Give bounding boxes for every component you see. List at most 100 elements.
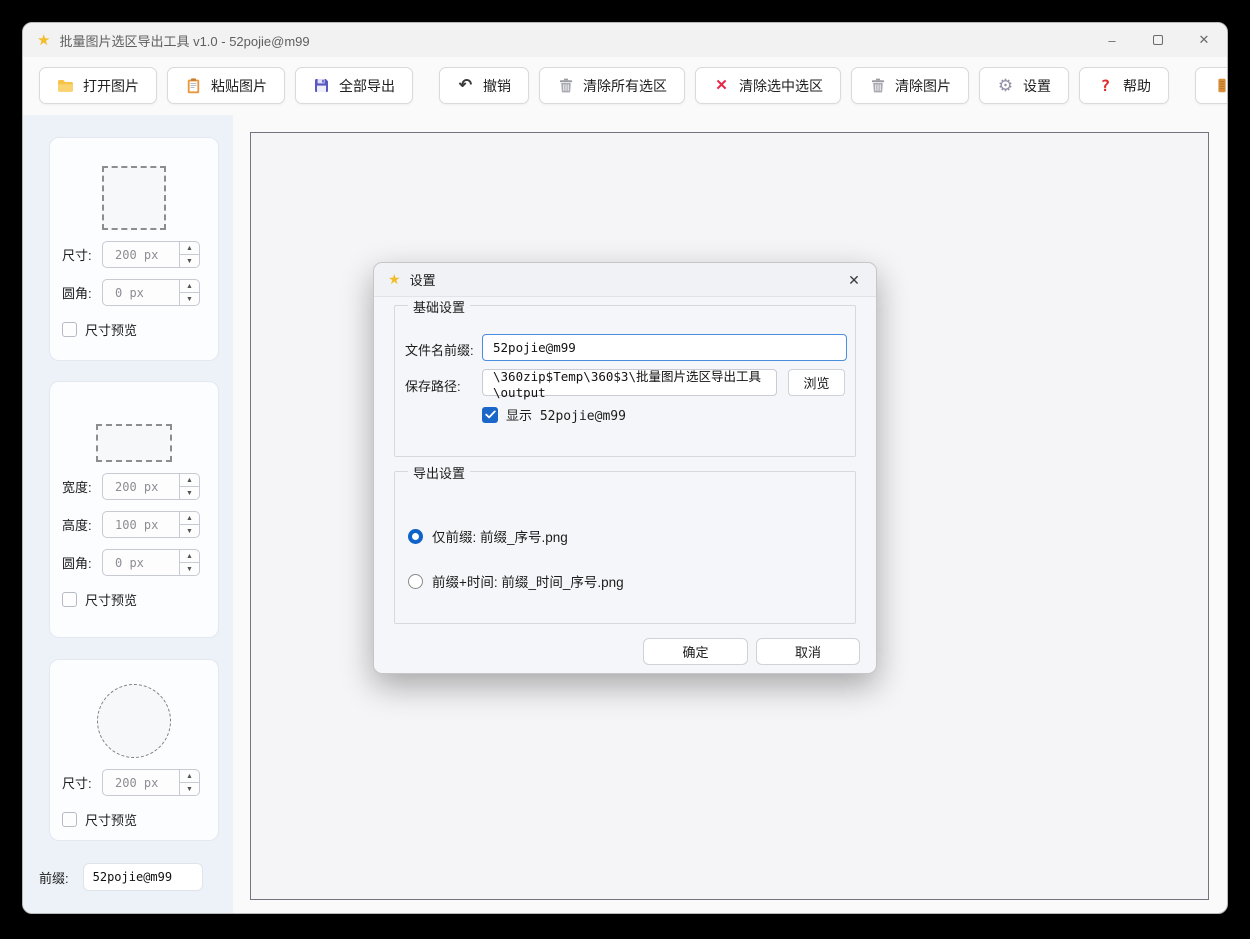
dialog-title-bar[interactable]: ★ 设置 ✕ (374, 263, 876, 297)
floppy-disk-icon (313, 77, 330, 94)
dialog-star-icon: ★ (388, 271, 401, 288)
maximize-icon[interactable] (1149, 31, 1167, 49)
width-field-row: 宽度: 200 px ▲ ▼ (62, 473, 206, 500)
prefix-time-radio[interactable] (408, 574, 423, 589)
toolbar-button-label: 帮助 (1123, 76, 1151, 96)
group-legend: 基础设置 (408, 297, 470, 316)
spin-up-icon[interactable]: ▲ (180, 242, 199, 255)
circle-size-spinner[interactable]: 200 px ▲ ▼ (102, 769, 200, 796)
spinner-value: 200 px (103, 480, 179, 494)
trash-icon (869, 77, 886, 94)
spin-down-icon[interactable]: ▼ (180, 293, 199, 305)
spin-up-icon[interactable]: ▲ (180, 770, 199, 783)
field-label: 尺寸: (62, 245, 102, 264)
close-icon[interactable]: ✕ (1195, 31, 1213, 49)
toolbar-button-label: 清除选中选区 (739, 76, 823, 96)
square-selection-preview[interactable] (102, 166, 166, 230)
undo-button[interactable]: ↶ 撤销 (439, 67, 529, 104)
rect-height-spinner[interactable]: 100 px ▲ ▼ (102, 511, 200, 538)
check-icon (485, 410, 496, 419)
spin-up-icon[interactable]: ▲ (180, 512, 199, 525)
filename-prefix-input[interactable]: 52pojie@m99 (482, 334, 847, 361)
settings-dialog: ★ 设置 ✕ 基础设置 文件名前缀: 52pojie@m99 保存路径: \36… (373, 262, 877, 674)
spin-down-icon[interactable]: ▼ (180, 487, 199, 499)
toolbar-button-label: 清除所有选区 (583, 76, 667, 96)
field-label: 圆角: (62, 553, 102, 572)
dialog-close-icon[interactable]: ✕ (845, 271, 863, 289)
export-all-button[interactable]: 全部导出 (295, 67, 413, 104)
corner-radius-field-row: 圆角: 0 px ▲ ▼ (62, 549, 206, 576)
spin-up-icon[interactable]: ▲ (180, 550, 199, 563)
folder-icon (57, 77, 74, 94)
shape-tools-sidebar: 尺寸: 200 px ▲ ▼ 圆角: 0 px ▲ (23, 115, 233, 914)
field-label: 圆角: (62, 283, 102, 302)
radio-label: 仅前缀: 前缀_序号.png (432, 526, 568, 546)
spinner-value: 0 px (103, 286, 179, 300)
group-legend: 导出设置 (408, 463, 470, 482)
paste-image-button[interactable]: 粘贴图片 (167, 67, 285, 104)
checkbox-label: 尺寸预览 (85, 810, 137, 829)
checkbox-label: 尺寸预览 (85, 320, 137, 339)
rectangle-selection-preview[interactable] (96, 424, 172, 462)
spinner-buttons: ▲ ▼ (179, 474, 199, 499)
toolbar-button-label: 清除图片 (895, 76, 951, 96)
spinner-value: 100 px (103, 518, 179, 532)
settings-button[interactable]: ⚙ 设置 (979, 67, 1069, 104)
spin-up-icon[interactable]: ▲ (180, 474, 199, 487)
question-mark-icon: ? (1097, 77, 1114, 94)
desktop-background: ★ 批量图片选区导出工具 v1.0 - 52pojie@m99 – ✕ 打开图片… (0, 0, 1250, 939)
toolbar-button-label: 设置 (1023, 76, 1051, 96)
square-corner-spinner[interactable]: 0 px ▲ ▼ (102, 279, 200, 306)
clear-image-button[interactable]: 清除图片 (851, 67, 969, 104)
size-preview-checkbox[interactable] (62, 812, 77, 827)
toolbar-button-label: 粘贴图片 (211, 76, 267, 96)
clipboard-icon (185, 77, 202, 94)
browse-button[interactable]: 浏览 (788, 369, 845, 396)
clear-all-selections-button[interactable]: 清除所有选区 (539, 67, 685, 104)
spinner-buttons: ▲ ▼ (179, 242, 199, 267)
basic-settings-group: 基础设置 文件名前缀: 52pojie@m99 保存路径: \360zip$Te… (394, 305, 856, 457)
size-preview-checkbox[interactable] (62, 322, 77, 337)
clear-selected-selection-button[interactable]: ✕ 清除选中选区 (695, 67, 841, 104)
spin-up-icon[interactable]: ▲ (180, 280, 199, 293)
minimize-icon[interactable]: – (1103, 31, 1121, 49)
height-field-row: 高度: 100 px ▲ ▼ (62, 511, 206, 538)
spinner-value: 200 px (103, 248, 179, 262)
field-label: 宽度: (62, 477, 102, 496)
open-image-button[interactable]: 打开图片 (39, 67, 157, 104)
spinner-buttons: ▲ ▼ (179, 280, 199, 305)
spinner-value: 200 px (103, 776, 179, 790)
size-preview-checkbox[interactable] (62, 592, 77, 607)
title-bar[interactable]: ★ 批量图片选区导出工具 v1.0 - 52pojie@m99 – ✕ (23, 23, 1227, 57)
prefix-label: 前缀: (39, 868, 69, 887)
spin-down-icon[interactable]: ▼ (180, 563, 199, 575)
spin-down-icon[interactable]: ▼ (180, 255, 199, 267)
rectangle-selection-panel: 宽度: 200 px ▲ ▼ 高度: 100 px ▲ (49, 381, 219, 638)
toolbar-button-label: 撤销 (483, 76, 511, 96)
toolbar: 打开图片 粘贴图片 全部导出 ↶ 撤销 (23, 57, 1227, 114)
ok-button[interactable]: 确定 (643, 638, 748, 665)
exit-button[interactable]: 退出 (1195, 67, 1228, 104)
save-path-input[interactable]: \360zip$Temp\360$3\批量图片选区导出工具\output (482, 369, 777, 396)
corner-radius-field-row: 圆角: 0 px ▲ ▼ (62, 279, 206, 306)
spin-down-icon[interactable]: ▼ (180, 525, 199, 537)
square-selection-panel: 尺寸: 200 px ▲ ▼ 圆角: 0 px ▲ (49, 137, 219, 361)
show-credit-checkbox[interactable] (482, 407, 498, 423)
field-label: 高度: (62, 515, 102, 534)
rect-corner-spinner[interactable]: 0 px ▲ ▼ (102, 549, 200, 576)
exit-door-icon (1213, 77, 1228, 94)
spinner-buttons: ▲ ▼ (179, 770, 199, 795)
square-size-spinner[interactable]: 200 px ▲ ▼ (102, 241, 200, 268)
window-title: 批量图片选区导出工具 v1.0 - 52pojie@m99 (59, 31, 309, 50)
circle-selection-preview[interactable] (97, 684, 171, 758)
toolbar-button-label: 全部导出 (339, 76, 395, 96)
checkbox-label: 尺寸预览 (85, 590, 137, 609)
prefix-input[interactable]: 52pojie@m99 (83, 863, 203, 891)
prefix-only-radio[interactable] (408, 529, 423, 544)
spinner-value: 0 px (103, 556, 179, 570)
help-button[interactable]: ? 帮助 (1079, 67, 1169, 104)
spin-down-icon[interactable]: ▼ (180, 783, 199, 795)
rect-width-spinner[interactable]: 200 px ▲ ▼ (102, 473, 200, 500)
dialog-title: 设置 (410, 270, 436, 289)
cancel-button[interactable]: 取消 (756, 638, 860, 665)
